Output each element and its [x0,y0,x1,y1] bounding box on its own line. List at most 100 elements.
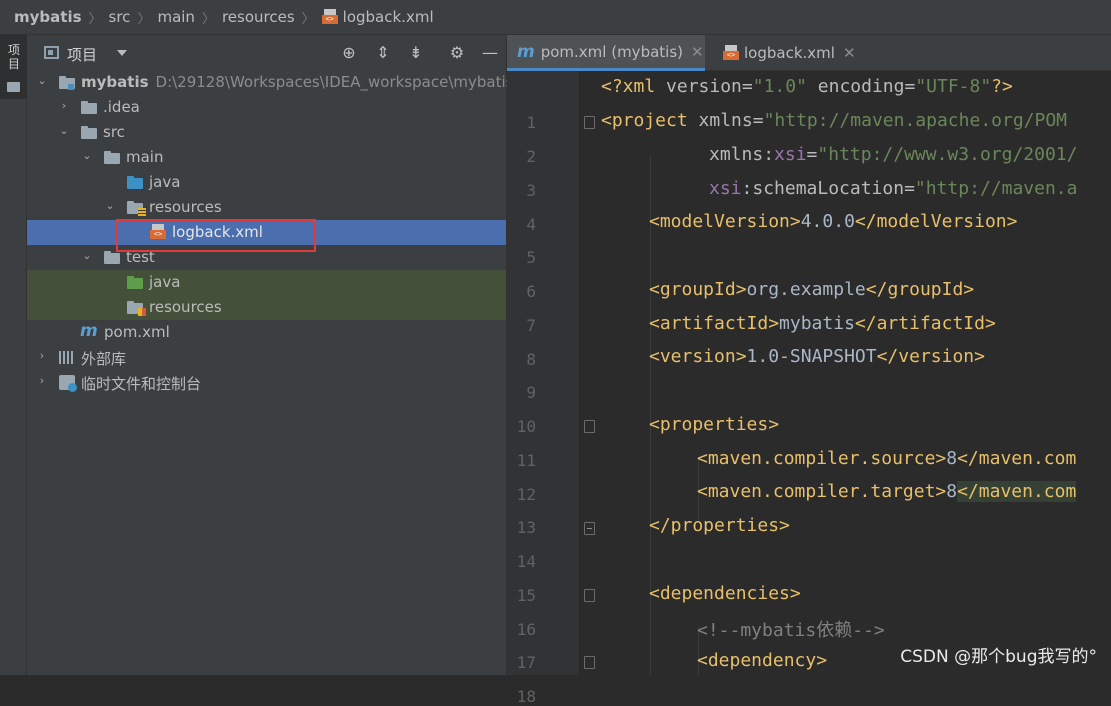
project-panel-title[interactable]: 项目 [67,44,97,65]
resources-folder-icon [127,201,146,216]
code-line[interactable]: <!--mybatis依赖--> [697,616,885,642]
breadcrumb-item-src[interactable]: src [109,8,131,26]
breadcrumb-item-main[interactable]: main [157,8,194,26]
tree-item-external-libraries[interactable]: › 外部库 [27,345,506,370]
tab-pom-xml[interactable]: m pom.xml (mybatis) ✕ [507,35,705,71]
tree-item-idea[interactable]: › .idea [27,95,506,120]
code-line[interactable]: <dependencies> [649,583,801,604]
project-tool-label: 项目 [7,43,20,71]
watermark: CSDN @那个bug我写的° [900,647,1097,667]
fold-toggle-icon[interactable] [584,522,595,535]
project-path: D:\29128\Workspaces\IDEA_workspace\mybat… [155,73,514,91]
editor-gutter: 1 2 3 4 5 6 7 8 9 10 11 12 13 14 15 16 1… [507,71,579,706]
chevron-down-icon[interactable]: ⌄ [58,125,70,137]
line-number: 7 [526,316,536,335]
code-line[interactable]: <version>1.0-SNAPSHOT</version> [649,346,985,367]
tree-item-label: java [149,273,181,291]
code-line[interactable]: <modelVersion>4.0.0</modelVersion> [649,211,1017,232]
expand-all-icon[interactable]: ⇕ [373,43,393,63]
tree-item-src[interactable]: ⌄ src [27,120,506,145]
xml-file-icon: <> [321,9,338,25]
maven-icon: m [517,41,535,62]
locate-target-icon[interactable]: ⊕ [339,43,359,63]
breadcrumb-separator-icon: 〉 [201,11,215,27]
chevron-right-icon[interactable]: › [36,375,48,387]
tree-item-test-java[interactable]: java [27,270,506,295]
code-line[interactable]: <maven.compiler.source>8</maven.com [697,448,1076,469]
fold-toggle-icon[interactable] [584,589,595,602]
project-panel: 项目 ⊕ ⇕ ⇟ ⚙ — ⌄ mybatis D:\29128\Workspace… [27,35,513,675]
breadcrumb-item-project[interactable]: mybatis [14,8,82,26]
code-line[interactable]: xmlns:xsi="http://www.w3.org/2001/ [709,144,1077,165]
chevron-down-icon[interactable]: ⌄ [81,150,93,162]
line-number: 6 [526,282,536,301]
breadcrumb-item-file[interactable]: <> logback.xml [321,8,434,26]
chevron-down-icon[interactable]: ⌄ [81,250,93,262]
breadcrumb-separator-icon: 〉 [301,11,315,27]
code-line[interactable]: <properties> [649,414,779,435]
library-icon [59,351,75,364]
tree-item-label: mybatis [81,73,149,91]
fold-toggle-icon[interactable] [584,420,595,433]
code-line[interactable]: <artifactId>mybatis</artifactId> [649,313,996,334]
line-number: 3 [526,181,536,200]
tree-item-mybatis[interactable]: ⌄ mybatis D:\29128\Workspaces\IDEA_worksp… [27,70,513,95]
tab-label: pom.xml (mybatis) [540,42,683,61]
code-line[interactable]: xsi:schemaLocation="http://maven.a [709,178,1077,199]
close-icon[interactable]: ✕ [691,43,704,61]
breadcrumb-separator-icon: 〉 [137,11,151,27]
code-line[interactable]: </properties> [649,515,790,536]
tree-item-label: src [103,123,125,141]
minimize-icon[interactable]: — [480,43,500,63]
fold-toggle-icon[interactable] [584,656,595,669]
chevron-right-icon[interactable]: › [36,350,48,362]
line-number: 8 [526,350,536,369]
test-resources-folder-icon [127,301,146,316]
breadcrumb-file-label: logback.xml [342,8,434,26]
tree-item-main-resources[interactable]: ⌄ resources [27,195,506,220]
tree-item-pom-xml[interactable]: m pom.xml [27,320,506,345]
tree-item-test-resources[interactable]: resources [27,295,506,320]
editor-tab-bar: m pom.xml (mybatis) ✕ <> logback.xml ✕ [507,35,1111,71]
gear-icon[interactable]: ⚙ [447,43,467,63]
line-number: 11 [516,451,536,470]
tree-item-label: 临时文件和控制台 [81,375,202,393]
folder-icon [7,82,20,92]
xml-file-icon: <> [723,45,739,61]
line-number: 4 [526,215,536,234]
line-number: 13 [516,518,536,537]
chevron-down-icon[interactable]: ⌄ [104,200,116,212]
folder-icon [104,151,120,164]
tab-label: logback.xml [744,44,835,62]
tree-item-main[interactable]: ⌄ main [27,145,506,170]
line-number: 12 [516,485,536,504]
line-number: 18 [516,687,536,706]
chevron-down-icon[interactable] [117,50,127,56]
tree-item-scratches[interactable]: › 临时文件和控制台 [27,370,506,395]
chevron-down-icon[interactable]: ⌄ [36,75,48,87]
code-line[interactable]: <groupId>org.example</groupId> [649,279,974,300]
code-line[interactable]: <maven.compiler.target>8</maven.com [697,481,1077,502]
fold-toggle-icon[interactable] [584,116,595,129]
tree-item-main-java[interactable]: java [27,170,506,195]
project-tool-window-button[interactable]: 项目 [0,35,27,99]
code-line[interactable]: <?xml version="1.0" encoding="UTF-8"?> [601,76,1013,97]
tree-item-label: pom.xml [104,323,170,341]
line-number: 15 [516,586,536,605]
collapse-all-icon[interactable]: ⇟ [406,43,426,63]
code-line[interactable]: <project xmlns="http://maven.apache.org/… [601,110,1067,131]
line-number: 14 [516,552,536,571]
breadcrumb-item-resources[interactable]: resources [222,8,295,26]
tree-item-label: .idea [103,98,140,116]
line-number: 5 [526,248,536,267]
line-number: 2 [526,147,536,166]
tab-logback-xml[interactable]: <> logback.xml ✕ [717,35,867,71]
tree-item-label: java [149,173,181,191]
folder-icon [81,126,97,139]
project-view-icon [44,46,59,59]
close-icon[interactable]: ✕ [843,44,856,62]
chevron-right-icon[interactable]: › [58,100,70,112]
tree-item-label: main [126,148,164,166]
code-line[interactable]: <dependency> [697,650,827,671]
folder-icon [81,101,97,114]
